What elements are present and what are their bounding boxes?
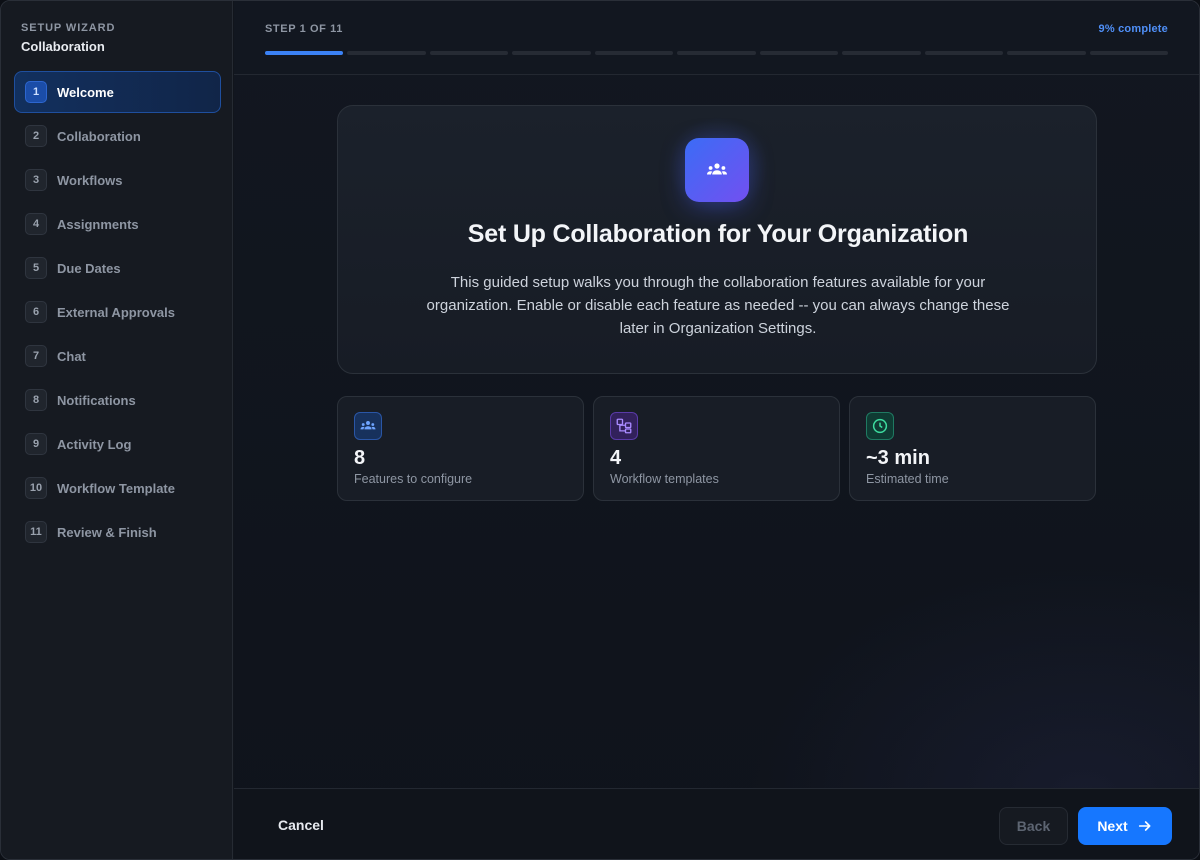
page-title: Set Up Collaboration for Your Organizati… bbox=[467, 220, 969, 248]
progress-segment bbox=[594, 51, 674, 55]
sidebar-item-assignments[interactable]: 4 Assignments bbox=[14, 203, 221, 245]
progress-segment bbox=[759, 51, 839, 55]
wizard-step-list: 1 Welcome 2 Collaboration 3 Workflows 4 … bbox=[14, 71, 221, 555]
arrow-right-icon bbox=[1138, 821, 1151, 831]
stat-card-templates: 4 Workflow templates bbox=[593, 396, 840, 501]
progress-segment bbox=[512, 51, 591, 55]
sidebar-item-workflows[interactable]: 3 Workflows bbox=[14, 159, 221, 201]
stat-label: Features to configure bbox=[354, 472, 473, 486]
sidebar-item-label: Assignments bbox=[57, 216, 139, 232]
sidebar-item-welcome[interactable]: 1 Welcome bbox=[14, 71, 221, 113]
sidebar-item-label: Review & Finish bbox=[57, 524, 157, 540]
stat-label: Estimated time bbox=[866, 472, 949, 486]
sidebar-item-label: Workflow Template bbox=[57, 480, 175, 496]
step-number: 6 bbox=[25, 301, 47, 323]
sidebar-item-label: Activity Log bbox=[57, 436, 132, 452]
step-counter: STEP 1 OF 11 bbox=[265, 23, 343, 35]
sidebar-item-due-dates[interactable]: 5 Due Dates bbox=[14, 247, 221, 289]
sidebar-item-label: Workflows bbox=[57, 172, 123, 188]
progress-segment bbox=[842, 51, 921, 55]
sidebar-item-label: External Approvals bbox=[57, 304, 176, 320]
stat-card-features: 8 Features to configure bbox=[337, 396, 584, 501]
wizard-sidebar: SETUP WIZARD Collaboration 1 Welcome 2 C… bbox=[1, 1, 233, 859]
step-number: 1 bbox=[25, 81, 47, 103]
progress-segment bbox=[1007, 51, 1086, 55]
stat-label: Workflow templates bbox=[610, 472, 719, 486]
sidebar-item-workflow-template[interactable]: 10 Workflow Template bbox=[14, 467, 221, 509]
stat-value: 4 bbox=[610, 447, 622, 469]
sidebar-eyebrow: SETUP WIZARD bbox=[21, 22, 116, 34]
next-button[interactable]: Next bbox=[1078, 807, 1172, 845]
stat-value: 8 bbox=[354, 447, 366, 469]
wizard-footer: Cancel Back Next bbox=[234, 788, 1199, 859]
group-icon bbox=[685, 138, 749, 202]
sidebar-item-label: Welcome bbox=[57, 84, 114, 100]
step-number: 4 bbox=[25, 213, 47, 235]
step-number: 2 bbox=[25, 125, 47, 147]
step-number: 9 bbox=[25, 433, 47, 455]
progress-segment-complete bbox=[265, 51, 344, 55]
setup-wizard-window: SETUP WIZARD Collaboration 1 Welcome 2 C… bbox=[0, 0, 1200, 860]
wizard-header: STEP 1 OF 11 9% complete bbox=[234, 1, 1199, 75]
workflow-icon bbox=[610, 412, 638, 440]
progress-segment bbox=[1089, 51, 1168, 55]
progress-segment bbox=[924, 51, 1004, 55]
next-button-label: Next bbox=[1097, 818, 1128, 834]
progress-segment bbox=[429, 51, 509, 55]
step-number: 10 bbox=[25, 477, 47, 499]
sidebar-item-notifications[interactable]: 8 Notifications bbox=[14, 379, 221, 421]
sidebar-item-collaboration[interactable]: 2 Collaboration bbox=[14, 115, 221, 157]
sidebar-item-label: Due Dates bbox=[57, 260, 121, 276]
sidebar-item-label: Notifications bbox=[57, 392, 136, 408]
stat-value: ~3 min bbox=[866, 447, 930, 469]
group-icon bbox=[354, 412, 382, 440]
sidebar-item-activity-log[interactable]: 9 Activity Log bbox=[14, 423, 221, 465]
clock-icon bbox=[866, 412, 894, 440]
welcome-card: Set Up Collaboration for Your Organizati… bbox=[337, 105, 1097, 374]
sidebar-item-label: Collaboration bbox=[57, 128, 141, 144]
sidebar-title: Collaboration bbox=[21, 39, 105, 54]
page-description: This guided setup walks you through the … bbox=[426, 274, 1010, 337]
progress-bar bbox=[265, 51, 1168, 55]
stat-card-time: ~3 min Estimated time bbox=[849, 396, 1096, 501]
wizard-main: STEP 1 OF 11 9% complete Set Up Collabor… bbox=[234, 1, 1199, 859]
progress-segment bbox=[347, 51, 426, 55]
cancel-button[interactable]: Cancel bbox=[264, 807, 338, 843]
step-number: 5 bbox=[25, 257, 47, 279]
step-number: 7 bbox=[25, 345, 47, 367]
step-number: 11 bbox=[25, 521, 47, 543]
step-number: 3 bbox=[25, 169, 47, 191]
sidebar-item-label: Chat bbox=[57, 348, 86, 364]
percent-complete: 9% complete bbox=[1098, 23, 1168, 35]
sidebar-item-chat[interactable]: 7 Chat bbox=[14, 335, 221, 377]
back-button[interactable]: Back bbox=[999, 807, 1068, 845]
sidebar-item-external-approvals[interactable]: 6 External Approvals bbox=[14, 291, 221, 333]
step-number: 8 bbox=[25, 389, 47, 411]
progress-segment bbox=[677, 51, 756, 55]
sidebar-item-review-finish[interactable]: 11 Review & Finish bbox=[14, 511, 221, 553]
stats-row: 8 Features to configure 4 Workflow templ… bbox=[337, 396, 1097, 501]
